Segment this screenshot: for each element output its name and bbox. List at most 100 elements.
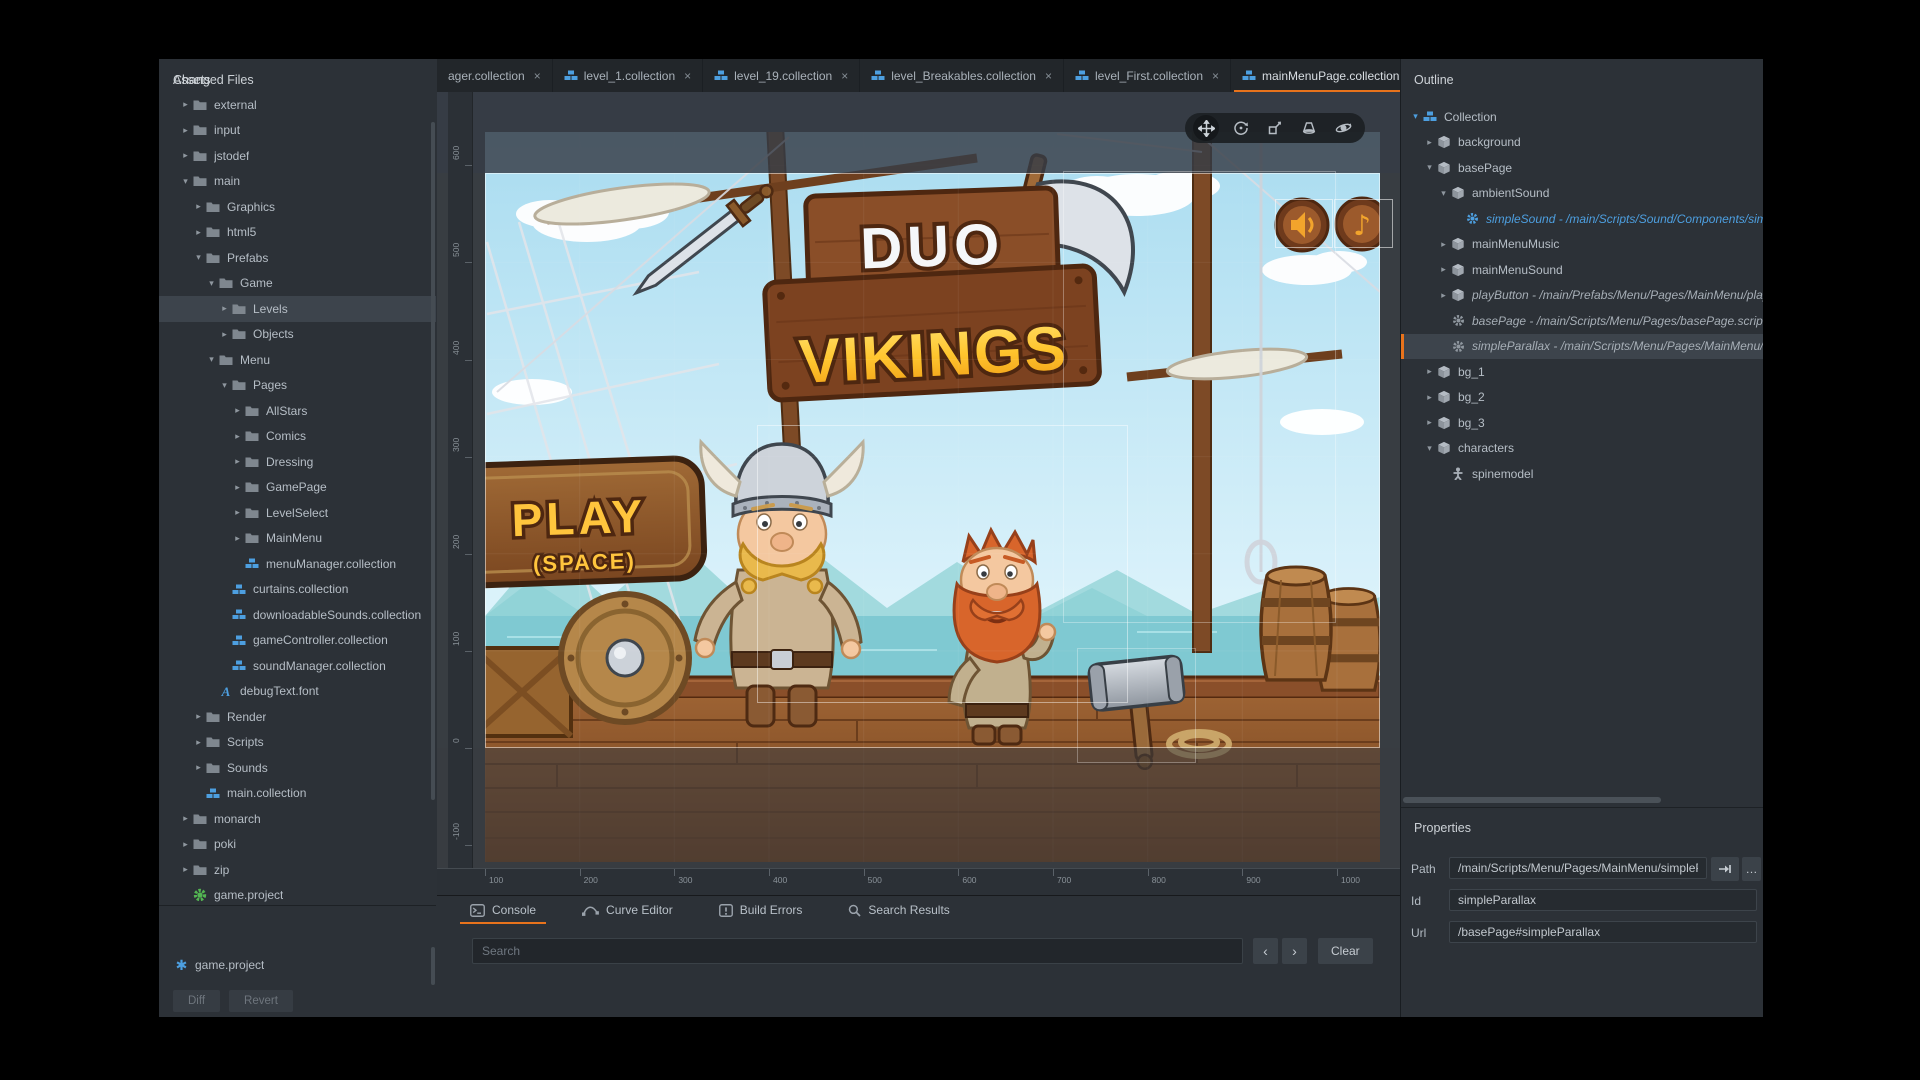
- outline-item-simplesound[interactable]: simpleSound - /main/Scripts/Sound/Compon…: [1401, 206, 1763, 232]
- asset-item-main-collection[interactable]: main.collection: [159, 781, 436, 807]
- tab-level-1-collection[interactable]: level_1.collection×: [553, 59, 703, 92]
- tree-expand-icon[interactable]: ▸: [1437, 291, 1450, 300]
- asset-item-menumanager-collection[interactable]: menuManager.collection: [159, 551, 436, 577]
- asset-item-poki[interactable]: ▸poki: [159, 832, 436, 858]
- tree-expand-icon[interactable]: ▾: [192, 253, 205, 262]
- asset-item-input[interactable]: ▸input: [159, 118, 436, 144]
- close-tab-icon[interactable]: ×: [684, 70, 691, 82]
- outline-item-basepage[interactable]: basePage - /main/Scripts/Menu/Pages/base…: [1401, 308, 1763, 334]
- tree-expand-icon[interactable]: ▸: [192, 202, 205, 211]
- asset-item-main[interactable]: ▾main: [159, 169, 436, 195]
- outline-item-simpleparallax[interactable]: simpleParallax - /main/Scripts/Menu/Page…: [1401, 334, 1763, 360]
- console-search-input[interactable]: [472, 938, 1243, 964]
- url-field[interactable]: [1449, 921, 1757, 943]
- tree-expand-icon[interactable]: ▸: [179, 865, 192, 874]
- asset-item-sounds[interactable]: ▸Sounds: [159, 755, 436, 781]
- tab-level-first-collection[interactable]: level_First.collection×: [1064, 59, 1231, 92]
- tree-expand-icon[interactable]: ▸: [218, 304, 231, 313]
- outline-item-background[interactable]: ▸background: [1401, 130, 1763, 156]
- tree-expand-icon[interactable]: ▸: [192, 712, 205, 721]
- asset-item-debugtext-font[interactable]: AdebugText.font: [159, 679, 436, 705]
- console-clear-button[interactable]: Clear: [1318, 938, 1373, 964]
- tree-expand-icon[interactable]: ▸: [179, 814, 192, 823]
- tree-expand-icon[interactable]: ▸: [1423, 367, 1436, 376]
- asset-item-render[interactable]: ▸Render: [159, 704, 436, 730]
- tree-expand-icon[interactable]: ▾: [1423, 163, 1436, 172]
- search-next-button[interactable]: ›: [1282, 938, 1307, 964]
- tree-expand-icon[interactable]: ▸: [1437, 240, 1450, 249]
- diff-button[interactable]: Diff: [173, 990, 220, 1012]
- outline-item-characters[interactable]: ▾characters: [1401, 436, 1763, 462]
- tree-expand-icon[interactable]: ▸: [179, 151, 192, 160]
- asset-item-allstars[interactable]: ▸AllStars: [159, 398, 436, 424]
- tree-expand-icon[interactable]: ▾: [218, 381, 231, 390]
- asset-item-objects[interactable]: ▸Objects: [159, 322, 436, 348]
- outline-item-spinemodel[interactable]: spinemodel: [1401, 461, 1763, 487]
- tree-expand-icon[interactable]: ▾: [205, 355, 218, 364]
- outline-item-bg-2[interactable]: ▸bg_2: [1401, 385, 1763, 411]
- asset-item-menu[interactable]: ▾Menu: [159, 347, 436, 373]
- frustum-tool-button[interactable]: [1296, 115, 1322, 141]
- asset-item-monarch[interactable]: ▸monarch: [159, 806, 436, 832]
- move-tool-button[interactable]: [1193, 115, 1219, 141]
- assets-scrollbar[interactable]: [431, 122, 435, 800]
- tree-expand-icon[interactable]: ▸: [231, 406, 244, 415]
- tree-expand-icon[interactable]: ▸: [192, 763, 205, 772]
- console-tab-build-errors[interactable]: Build Errors: [709, 896, 813, 924]
- console-tab-console[interactable]: Console: [460, 896, 546, 924]
- id-field[interactable]: [1449, 889, 1757, 911]
- outline-item-basepage[interactable]: ▾basePage: [1401, 155, 1763, 181]
- path-field[interactable]: [1449, 857, 1707, 879]
- close-tab-icon[interactable]: ×: [1045, 70, 1052, 82]
- tree-expand-icon[interactable]: ▾: [205, 279, 218, 288]
- asset-item-zip[interactable]: ▸zip: [159, 857, 436, 883]
- outline-item-mainmenusound[interactable]: ▸mainMenuSound: [1401, 257, 1763, 283]
- outline-item-ambientsound[interactable]: ▾ambientSound: [1401, 181, 1763, 207]
- changed-file-game-project[interactable]: ✱game.project: [159, 952, 436, 978]
- revert-button[interactable]: Revert: [229, 990, 293, 1012]
- asset-item-gamecontroller-collection[interactable]: gameController.collection: [159, 628, 436, 654]
- asset-item-curtains-collection[interactable]: curtains.collection: [159, 577, 436, 603]
- search-prev-button[interactable]: ‹: [1253, 938, 1278, 964]
- tree-expand-icon[interactable]: ▸: [1437, 265, 1450, 274]
- close-tab-icon[interactable]: ×: [1212, 70, 1219, 82]
- tree-expand-icon[interactable]: ▸: [218, 330, 231, 339]
- changed-files-scrollbar[interactable]: [431, 947, 435, 985]
- tree-expand-icon[interactable]: ▸: [179, 126, 192, 135]
- asset-item-jstodef[interactable]: ▸jstodef: [159, 143, 436, 169]
- jump-to-asset-button[interactable]: [1711, 857, 1739, 881]
- asset-item-graphics[interactable]: ▸Graphics: [159, 194, 436, 220]
- tree-expand-icon[interactable]: ▸: [192, 738, 205, 747]
- asset-item-scripts[interactable]: ▸Scripts: [159, 730, 436, 756]
- tab-level-breakables-collection[interactable]: level_Breakables.collection×: [860, 59, 1064, 92]
- close-tab-icon[interactable]: ×: [534, 70, 541, 82]
- orbit-tool-button[interactable]: [1331, 115, 1357, 141]
- tree-expand-icon[interactable]: ▸: [1423, 418, 1436, 427]
- asset-item-levelselect[interactable]: ▸LevelSelect: [159, 500, 436, 526]
- asset-item-dressing[interactable]: ▸Dressing: [159, 449, 436, 475]
- scene-canvas[interactable]: DUO VIKINGS ♪: [437, 92, 1400, 868]
- tree-expand-icon[interactable]: ▸: [179, 100, 192, 109]
- outline-item-bg-3[interactable]: ▸bg_3: [1401, 410, 1763, 436]
- outline-horizontal-scrollbar[interactable]: [1403, 797, 1661, 803]
- asset-item-gamepage[interactable]: ▸GamePage: [159, 475, 436, 501]
- tree-expand-icon[interactable]: ▸: [192, 228, 205, 237]
- tab-ager-collection[interactable]: ager.collection×: [437, 59, 553, 92]
- asset-item-pages[interactable]: ▾Pages: [159, 373, 436, 399]
- rotate-tool-button[interactable]: [1228, 115, 1254, 141]
- tree-expand-icon[interactable]: ▸: [1423, 138, 1436, 147]
- tree-expand-icon[interactable]: ▸: [1423, 393, 1436, 402]
- tree-expand-icon[interactable]: ▸: [231, 483, 244, 492]
- outline-item-collection[interactable]: ▾Collection: [1401, 104, 1763, 130]
- console-tab-search-results[interactable]: Search Results: [838, 896, 959, 924]
- scale-tool-button[interactable]: [1262, 115, 1288, 141]
- outline-item-mainmenumusic[interactable]: ▸mainMenuMusic: [1401, 232, 1763, 258]
- asset-item-levels[interactable]: ▸Levels: [159, 296, 436, 322]
- asset-item-game[interactable]: ▾Game: [159, 271, 436, 297]
- outline-item-playbutton[interactable]: ▸playButton - /main/Prefabs/Menu/Pages/M…: [1401, 283, 1763, 309]
- tree-expand-icon[interactable]: ▸: [231, 534, 244, 543]
- tree-expand-icon[interactable]: ▸: [231, 432, 244, 441]
- outline-item-bg-1[interactable]: ▸bg_1: [1401, 359, 1763, 385]
- more-options-button[interactable]: …: [1742, 857, 1761, 881]
- tree-expand-icon[interactable]: ▾: [1409, 112, 1422, 121]
